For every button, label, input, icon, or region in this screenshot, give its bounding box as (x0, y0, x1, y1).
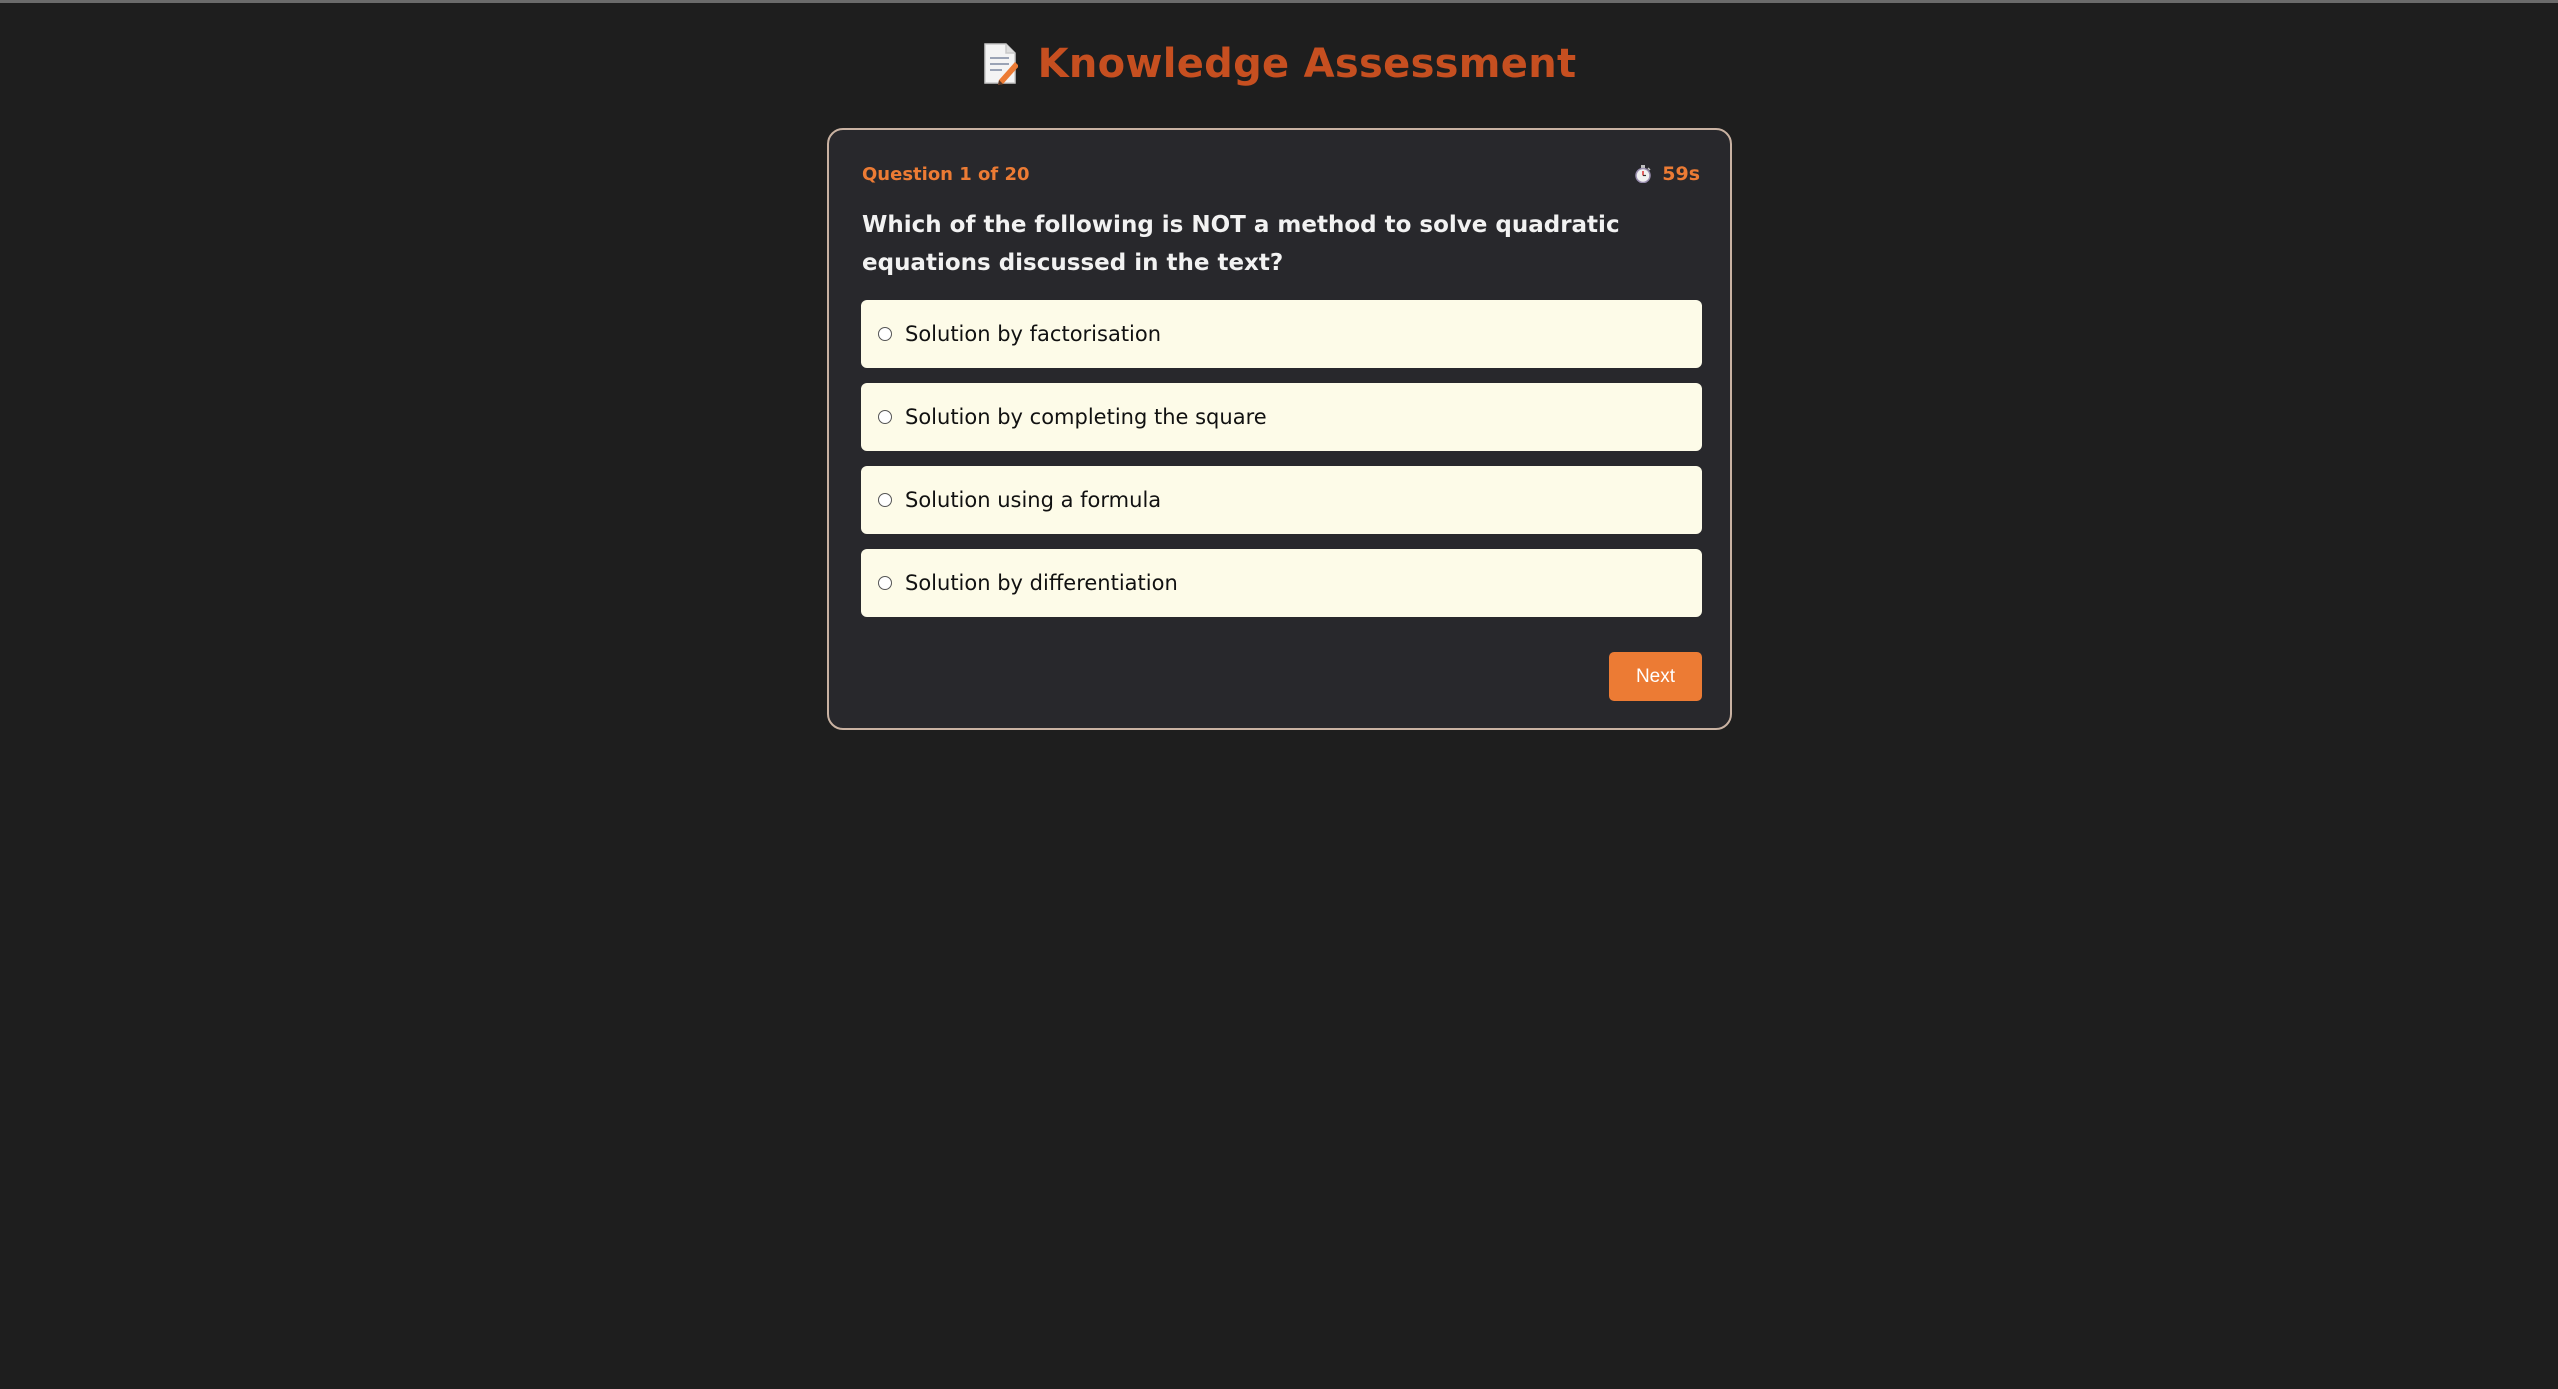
memo-icon (982, 42, 1019, 86)
radio-button[interactable] (878, 493, 892, 507)
quiz-card: Question 1 of 20 59s Which of the follow… (827, 128, 1732, 730)
answer-option-label: Solution by factorisation (905, 322, 1162, 346)
answer-option[interactable]: Solution by differentiation (861, 549, 1702, 617)
answer-option[interactable]: Solution using a formula (861, 466, 1702, 534)
question-progress: Question 1 of 20 (862, 164, 1030, 185)
page-header: Knowledge Assessment (0, 34, 2558, 94)
timer-value: 59s (1662, 163, 1700, 185)
radio-button[interactable] (878, 576, 892, 590)
timer: 59s (1634, 163, 1700, 185)
question-text: Which of the following is NOT a method t… (862, 212, 1620, 276)
stopwatch-icon (1634, 165, 1652, 184)
window-top-border (0, 0, 2558, 3)
answer-option-label: Solution by differentiation (905, 571, 1178, 595)
page-title: Knowledge Assessment (1037, 41, 1577, 87)
answer-option[interactable]: Solution by completing the square (861, 383, 1702, 451)
answer-option-label: Solution using a formula (905, 488, 1162, 512)
radio-button[interactable] (878, 327, 892, 341)
radio-button[interactable] (878, 410, 892, 424)
answer-option[interactable]: Solution by factorisation (861, 300, 1702, 368)
next-button[interactable]: Next (1609, 652, 1702, 701)
answer-option-label: Solution by completing the square (905, 405, 1267, 429)
